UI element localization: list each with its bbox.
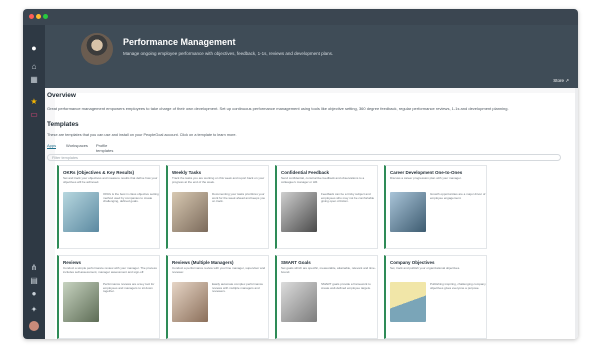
card-body: Documenting your tasks prioritizes your … [212,192,266,204]
card-title: Career Development One-to-Ones [390,170,463,175]
close-window-button[interactable] [29,14,34,19]
card-title: OKRs (Objectives & Key Results) [63,170,135,175]
app-window: ● ⌂ ▦ ★ ▭ ⋔ ▤ ● ✦ Performance Management… [23,9,578,339]
card-title: SMART Goals [281,260,311,265]
avatar[interactable] [29,321,39,331]
home-icon[interactable]: ⌂ [29,62,39,72]
overview-heading: Overview [47,92,76,99]
card-image [390,192,426,232]
card-description: Track the tasks you are working on this … [172,176,265,184]
card-body: OKRs is the best in class objective sett… [103,192,159,204]
bulb-icon[interactable]: ● [29,289,39,299]
inbox-icon[interactable]: ▭ [29,110,39,120]
template-card-weekly-tasks[interactable]: Weekly Tasks Track the tasks you are wor… [166,165,269,249]
logo-icon[interactable]: ● [29,43,39,53]
card-body: Performance reviews are a key tool for e… [103,282,155,294]
template-card-company-objectives[interactable]: Company Objectives Set, track and publis… [384,255,487,339]
card-title: Confidential Feedback [281,170,330,175]
card-description: Set goals which are specific, measurable… [281,266,376,274]
card-image [281,192,317,232]
card-description: Conduct a performance review with your l… [172,266,266,274]
card-description: Send confidential, constructive feedback… [281,176,365,184]
template-card-okrs[interactable]: OKRs (Objectives & Key Results) Set and … [57,165,160,249]
book-icon[interactable]: ▤ [29,276,39,286]
star-icon[interactable]: ★ [29,97,39,107]
external-link-icon: ↗ [565,78,569,83]
card-description: Set and track your objectives and measur… [63,176,158,184]
template-card-confidential-feedback[interactable]: Confidential Feedback Send confidential,… [275,165,378,249]
template-card-smart-goals[interactable]: SMART Goals Set goals which are specific… [275,255,378,339]
card-image [172,192,208,232]
templates-heading: Templates [47,121,79,128]
tab-profile-templates[interactable]: Profile templates [96,143,113,153]
card-description: Set, track and publish your organization… [390,266,461,270]
card-image [390,282,426,322]
card-image [172,282,208,322]
card-title: Reviews [63,260,82,265]
card-title: Weekly Tasks [172,170,202,175]
templates-description: These are templates that you can use and… [47,133,237,137]
page-title: Performance Management [123,37,236,47]
scrollbar[interactable] [575,88,578,339]
card-body: Easily automate complex performance revi… [212,282,264,294]
tab-workspaces[interactable]: Workspaces [66,143,88,148]
store-label: Store [553,78,564,83]
card-image [281,282,317,322]
grid-icon[interactable]: ▦ [29,75,39,85]
card-body: Growth opportunities are a major driver … [430,192,486,200]
card-body: Publishing inspiring, challenging compan… [430,282,486,290]
card-image [63,282,99,322]
card-title: Company Objectives [390,260,435,265]
page-subtitle: Manage ongoing employee performance with… [123,51,334,56]
window-titlebar [23,9,578,25]
template-card-reviews[interactable]: Reviews Conduct a simple performance rev… [57,255,160,339]
card-body: Feedback can be a tricky subject and emp… [321,192,375,204]
settings-icon[interactable]: ✦ [29,305,39,315]
filter-templates-input[interactable]: Filter templates [47,154,561,161]
card-body: SMART goals provide a framework to creat… [321,282,371,290]
header-avatar [81,33,113,65]
hierarchy-icon[interactable]: ⋔ [29,263,39,273]
page-header: Performance Management Manage ongoing em… [45,25,578,88]
sidebar: ● ⌂ ▦ ★ ▭ ⋔ ▤ ● ✦ [23,25,45,339]
card-description: Discuss a career progression plan with y… [390,176,462,180]
tab-apps[interactable]: Apps [47,143,57,149]
template-card-reviews-multiple-managers[interactable]: Reviews (Multiple Managers) Conduct a pe… [166,255,269,339]
store-link[interactable]: Store ↗ [553,78,569,84]
card-description: Conduct a simple performance review with… [63,266,157,274]
minimize-window-button[interactable] [36,14,41,19]
template-card-career-development[interactable]: Career Development One-to-Ones Discuss a… [384,165,487,249]
maximize-window-button[interactable] [43,14,48,19]
card-image [63,192,99,232]
overview-text: Great performance management empowers em… [47,106,509,111]
filter-placeholder: Filter templates [52,156,78,160]
card-title: Reviews (Multiple Managers) [172,260,234,265]
